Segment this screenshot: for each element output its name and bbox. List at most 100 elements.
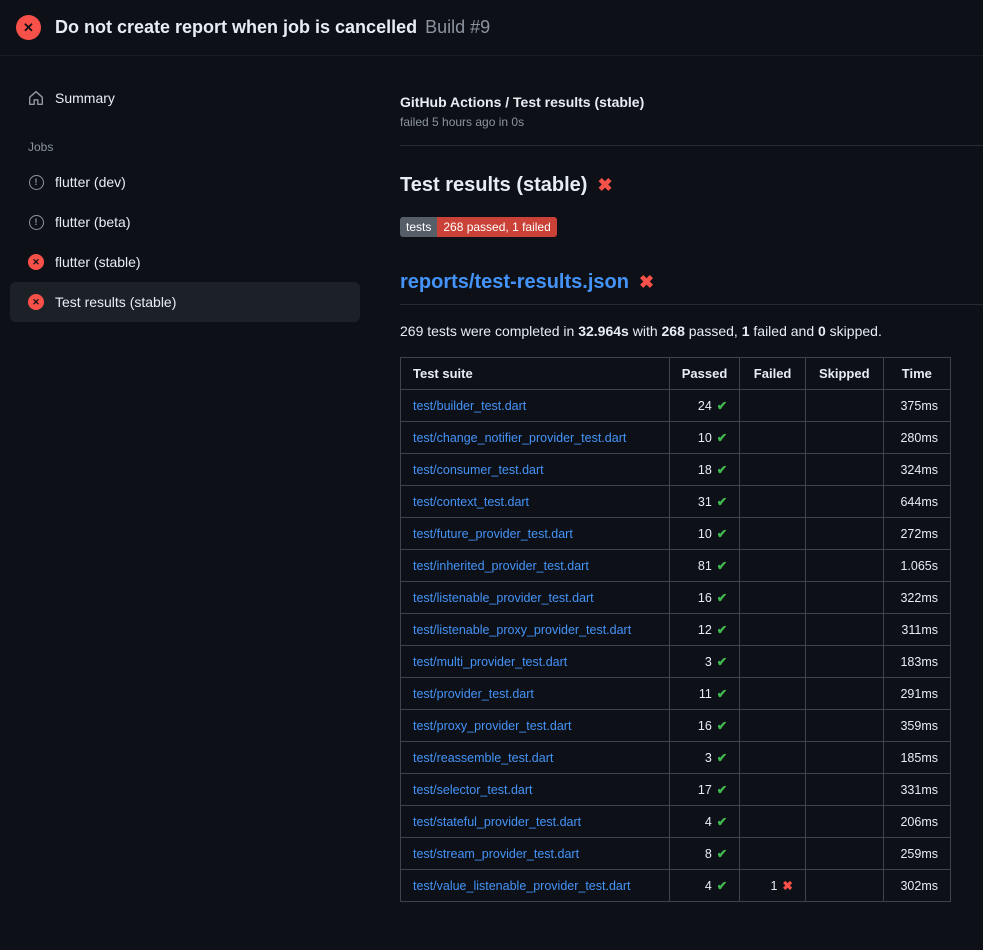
jobs-heading: Jobs xyxy=(28,140,360,154)
test-suite-link[interactable]: test/proxy_provider_test.dart xyxy=(413,719,571,733)
check-icon: ✔ xyxy=(717,463,727,477)
table-row: test/context_test.dart31✔644ms xyxy=(401,486,951,518)
column-header-failed: Failed xyxy=(740,358,806,390)
sidebar-item-label: Summary xyxy=(55,90,115,106)
skip-cell xyxy=(805,710,883,742)
results-table-body: test/builder_test.dart24✔375mstest/chang… xyxy=(401,390,951,902)
test-suite-cell: test/listenable_provider_test.dart xyxy=(401,582,670,614)
cross-cell xyxy=(740,518,806,550)
skip-cell xyxy=(805,742,883,774)
skip-cell xyxy=(805,454,883,486)
sidebar-item-test-results-stable[interactable]: ✕ Test results (stable) xyxy=(10,282,360,322)
check-icon: ✔ xyxy=(717,399,727,413)
check-cell: 16✔ xyxy=(669,582,740,614)
check-cell: 3✔ xyxy=(669,646,740,678)
test-suite-cell: test/change_notifier_provider_test.dart xyxy=(401,422,670,454)
test-suite-link[interactable]: test/context_test.dart xyxy=(413,495,529,509)
skip-cell xyxy=(805,870,883,902)
column-header-test-suite: Test suite xyxy=(401,358,670,390)
table-row: test/future_provider_test.dart10✔272ms xyxy=(401,518,951,550)
test-suite-link[interactable]: test/consumer_test.dart xyxy=(413,463,544,477)
check-icon: ✔ xyxy=(717,783,727,797)
cross-cell xyxy=(740,838,806,870)
cross-cell xyxy=(740,614,806,646)
check-cell: 8✔ xyxy=(669,838,740,870)
skip-cell xyxy=(805,774,883,806)
test-suite-cell: test/inherited_provider_test.dart xyxy=(401,550,670,582)
sidebar-item-flutter-dev[interactable]: ! flutter (dev) xyxy=(10,162,360,202)
check-icon: ✔ xyxy=(717,879,727,893)
column-header-passed: Passed xyxy=(669,358,740,390)
sidebar-item-label: flutter (dev) xyxy=(55,174,126,190)
time-cell: 272ms xyxy=(883,518,950,550)
cross-cell xyxy=(740,806,806,838)
sidebar-item-summary[interactable]: Summary xyxy=(10,78,360,118)
sidebar-item-flutter-stable[interactable]: ✕ flutter (stable) xyxy=(10,242,360,282)
table-row: test/builder_test.dart24✔375ms xyxy=(401,390,951,422)
skip-cell xyxy=(805,614,883,646)
test-suite-link[interactable]: test/stream_provider_test.dart xyxy=(413,847,579,861)
table-row: test/selector_test.dart17✔331ms xyxy=(401,774,951,806)
check-icon: ✔ xyxy=(717,847,727,861)
check-cell: 18✔ xyxy=(669,454,740,486)
table-row: test/proxy_provider_test.dart16✔359ms xyxy=(401,710,951,742)
test-suite-link[interactable]: test/selector_test.dart xyxy=(413,783,533,797)
time-cell: 324ms xyxy=(883,454,950,486)
skip-cell xyxy=(805,422,883,454)
run-status: failed 5 hours ago in 0s xyxy=(400,115,951,129)
skip-cell xyxy=(805,550,883,582)
test-suite-link[interactable]: test/reassemble_test.dart xyxy=(413,751,553,765)
test-suite-link[interactable]: test/value_listenable_provider_test.dart xyxy=(413,879,631,893)
check-icon: ✔ xyxy=(717,527,727,541)
time-cell: 280ms xyxy=(883,422,950,454)
divider xyxy=(400,145,983,146)
table-row: test/consumer_test.dart 18✔ 324ms xyxy=(401,454,951,486)
summary-line: 269 tests were completed in 32.964s with… xyxy=(400,323,951,339)
tests-badge: tests 268 passed, 1 failed xyxy=(400,217,557,237)
cross-cell xyxy=(740,390,806,422)
report-file-link[interactable]: reports/test-results.json xyxy=(400,271,629,294)
check-icon: ✔ xyxy=(717,687,727,701)
time-cell: 185ms xyxy=(883,742,950,774)
check-cell: 31✔ xyxy=(669,486,740,518)
test-suite-link[interactable]: test/future_provider_test.dart xyxy=(413,527,573,541)
test-suite-link[interactable]: test/multi_provider_test.dart xyxy=(413,655,567,669)
column-header-skipped: Skipped xyxy=(805,358,883,390)
test-suite-link[interactable]: test/listenable_provider_test.dart xyxy=(413,591,594,605)
time-cell: 206ms xyxy=(883,806,950,838)
check-icon: ✔ xyxy=(717,719,727,733)
neutral-status-icon: ! xyxy=(28,214,44,230)
results-table: Test suite Passed Failed Skipped Time te… xyxy=(400,357,951,902)
test-suite-link[interactable]: test/change_notifier_provider_test.dart xyxy=(413,431,626,445)
cross-cell xyxy=(740,454,806,486)
time-cell: 1.065s xyxy=(883,550,950,582)
cross-cell xyxy=(740,742,806,774)
check-icon: ✔ xyxy=(717,815,727,829)
page-title: Do not create report when job is cancell… xyxy=(55,17,417,38)
test-suite-cell: test/proxy_provider_test.dart xyxy=(401,710,670,742)
test-suite-link[interactable]: test/builder_test.dart xyxy=(413,399,526,413)
home-icon xyxy=(28,90,44,106)
test-suite-link[interactable]: test/inherited_provider_test.dart xyxy=(413,559,589,573)
check-icon: ✔ xyxy=(717,655,727,669)
cross-icon: ✖ xyxy=(782,879,792,893)
cross-cell xyxy=(740,774,806,806)
table-row: test/value_listenable_provider_test.dart… xyxy=(401,870,951,902)
test-suite-link[interactable]: test/stateful_provider_test.dart xyxy=(413,815,581,829)
table-row: test/change_notifier_provider_test.dart1… xyxy=(401,422,951,454)
skip-cell xyxy=(805,646,883,678)
test-suite-cell: test/stream_provider_test.dart xyxy=(401,838,670,870)
sidebar-item-flutter-beta[interactable]: ! flutter (beta) xyxy=(10,202,360,242)
test-suite-cell: test/builder_test.dart xyxy=(401,390,670,422)
time-cell: 359ms xyxy=(883,710,950,742)
test-suite-link[interactable]: test/provider_test.dart xyxy=(413,687,534,701)
badge-label: tests xyxy=(400,217,437,237)
skip-cell xyxy=(805,678,883,710)
time-cell: 322ms xyxy=(883,582,950,614)
test-suite-cell: test/selector_test.dart xyxy=(401,774,670,806)
sidebar-item-label: flutter (stable) xyxy=(55,254,141,270)
table-row: test/multi_provider_test.dart3✔183ms xyxy=(401,646,951,678)
time-cell: 375ms xyxy=(883,390,950,422)
test-suite-link[interactable]: test/listenable_proxy_provider_test.dart xyxy=(413,623,631,637)
table-row: test/provider_test.dart11✔291ms xyxy=(401,678,951,710)
